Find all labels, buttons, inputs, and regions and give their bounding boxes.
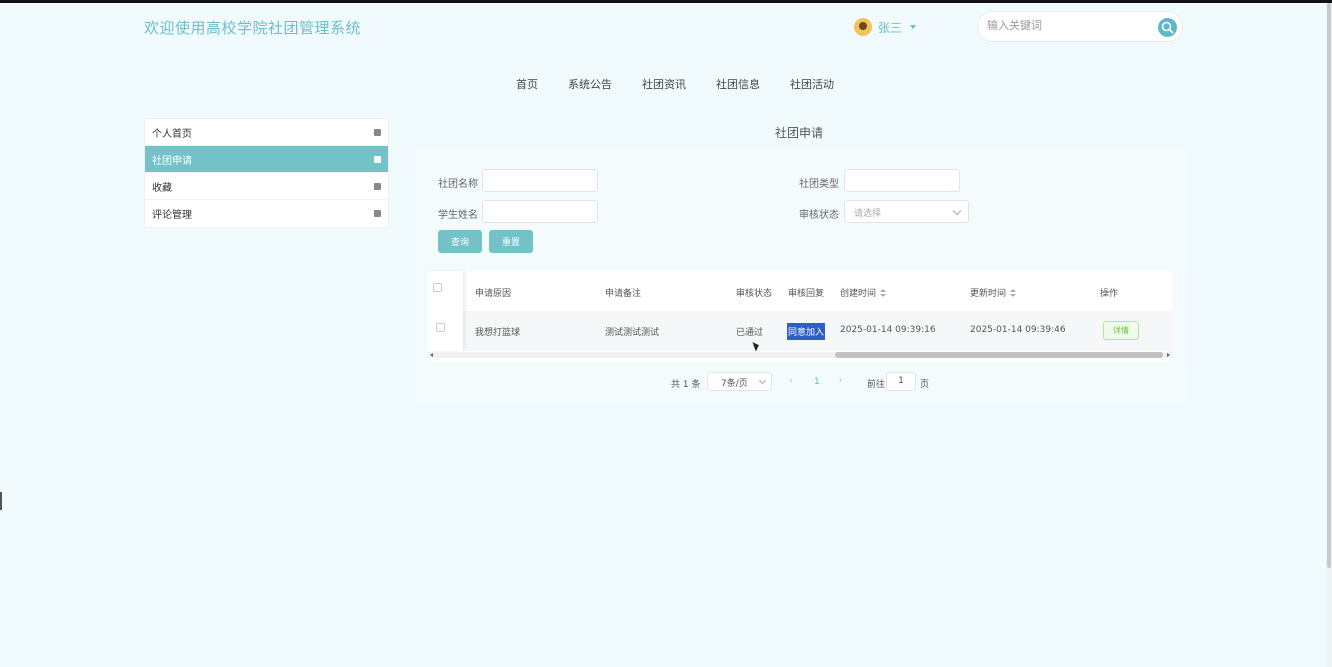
detail-button[interactable]: 详情 xyxy=(1103,321,1139,340)
selection-column xyxy=(428,271,463,351)
sidebar-item-label: 个人首页 xyxy=(152,128,192,140)
search-input[interactable] xyxy=(987,19,1147,32)
table-scrollbar-thumb[interactable] xyxy=(835,352,1163,358)
scroll-right-icon[interactable] xyxy=(1167,353,1170,357)
cell-updated: 2025-01-14 09:39:46 xyxy=(970,325,1066,335)
sidebar-item-icon xyxy=(374,128,381,136)
scroll-left-icon[interactable] xyxy=(430,353,433,357)
sidebar-item-personal-home[interactable]: 个人首页 xyxy=(145,119,388,146)
nav-item-club-activities[interactable]: 社团活动 xyxy=(790,76,834,92)
user-menu[interactable]: 张三 xyxy=(854,18,917,36)
sidebar-item-comments[interactable]: 评论管理 xyxy=(145,200,388,227)
column-header-status: 审核状态 xyxy=(736,289,773,299)
prev-page-icon[interactable]: ‹ xyxy=(789,376,793,386)
student-name-label: 学生姓名 xyxy=(438,210,478,221)
column-header-reason: 申请原因 xyxy=(475,289,512,299)
column-header-reply: 审核回复 xyxy=(788,289,825,299)
cell-reason: 我想打篮球 xyxy=(475,328,521,338)
cell-reply: 同意加入 xyxy=(787,323,826,340)
sidebar-item-favorites[interactable]: 收藏 xyxy=(145,173,388,200)
sort-icon[interactable] xyxy=(1010,289,1017,297)
club-name-label: 社团名称 xyxy=(438,179,478,190)
sidebar-item-icon xyxy=(374,210,381,217)
sidebar-item-icon xyxy=(374,155,381,163)
page-scrollbar-thumb[interactable] xyxy=(1327,3,1331,568)
next-page-icon[interactable]: › xyxy=(839,376,843,386)
column-header-created[interactable]: 创建时间 xyxy=(840,286,887,299)
table-horizontal-scrollbar[interactable] xyxy=(428,352,1172,358)
club-name-input[interactable] xyxy=(482,169,598,192)
nav-item-club-info[interactable]: 社团信息 xyxy=(716,76,760,92)
cell-remark: 测试测试测试 xyxy=(605,328,660,338)
row-checkbox[interactable] xyxy=(436,323,445,332)
column-header-action: 操作 xyxy=(1100,289,1119,299)
window-top-border xyxy=(0,0,1332,3)
column-header-updated[interactable]: 更新时间 xyxy=(970,286,1017,299)
page-suffix: 页 xyxy=(920,380,930,390)
site-title: 欢迎使用高校学院社团管理系统 xyxy=(144,19,362,37)
applications-table: 申请原因 申请备注 审核状态 审核回复 创建时间 更新时间 操作 我想打篮球 测… xyxy=(428,271,1172,361)
sort-icon[interactable] xyxy=(880,289,887,297)
current-page-number[interactable]: 1 xyxy=(814,377,820,387)
page-title: 社团申请 xyxy=(774,126,823,140)
search-button[interactable] xyxy=(1158,18,1177,37)
sidebar-item-label: 评论管理 xyxy=(152,210,192,221)
review-status-label: 审核状态 xyxy=(799,210,839,221)
page-size-select[interactable]: 7条/页 xyxy=(707,372,772,391)
left-edge-mark xyxy=(0,492,2,510)
column-header-created-label: 创建时间 xyxy=(840,289,877,299)
select-all-checkbox[interactable] xyxy=(433,283,442,292)
nav-item-home[interactable]: 首页 xyxy=(516,76,538,92)
search-icon xyxy=(1161,21,1174,34)
nav-item-club-news[interactable]: 社团资讯 xyxy=(642,76,686,92)
sidebar-item-club-application[interactable]: 社团申请 xyxy=(145,146,388,173)
cell-created: 2025-01-14 09:39:16 xyxy=(840,325,936,335)
avatar[interactable] xyxy=(854,18,872,36)
sidebar: 个人首页 社团申请 收藏 评论管理 xyxy=(144,118,389,228)
sidebar-item-icon xyxy=(374,182,381,190)
pagination-total: 共 1 条 xyxy=(671,380,701,390)
user-name[interactable]: 张三 xyxy=(878,19,902,36)
page-scrollbar[interactable] xyxy=(1326,3,1332,667)
query-button[interactable]: 查询 xyxy=(438,230,482,253)
main-nav: 首页 系统公告 社团资讯 社团信息 社团活动 xyxy=(516,76,834,92)
column-header-updated-label: 更新时间 xyxy=(970,289,1007,299)
caret-down-icon[interactable] xyxy=(910,25,917,29)
goto-label: 前往 xyxy=(867,380,886,390)
nav-item-announcements[interactable]: 系统公告 xyxy=(568,76,612,92)
club-type-input[interactable] xyxy=(844,169,960,192)
student-name-input[interactable] xyxy=(482,200,598,223)
column-header-remark: 申请备注 xyxy=(605,289,642,299)
sidebar-item-label: 社团申请 xyxy=(152,155,192,167)
cell-status: 已通过 xyxy=(736,328,764,338)
sidebar-item-label: 收藏 xyxy=(152,182,172,194)
goto-page-input[interactable]: 1 xyxy=(886,372,916,391)
reset-button[interactable]: 重置 xyxy=(489,230,533,253)
club-type-label: 社团类型 xyxy=(799,179,839,190)
review-status-select[interactable]: 请选择 xyxy=(844,200,969,223)
search-box xyxy=(977,11,1183,42)
